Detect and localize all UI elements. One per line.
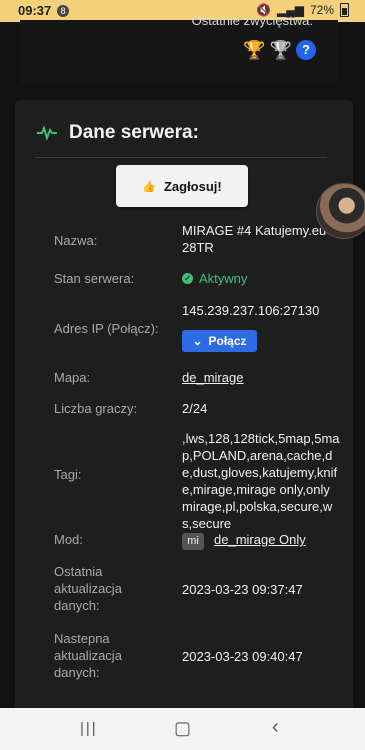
status-text: Aktywny <box>199 271 248 286</box>
players-value: 2/24 <box>182 401 208 416</box>
android-nav-bar: ||| ▢ ‹ <box>0 708 365 750</box>
ip-value: 145.239.237.106:27130 <box>182 303 320 318</box>
recent-apps-icon[interactable]: ||| <box>80 720 98 737</box>
check-circle-icon: ✓ <box>182 273 193 284</box>
connect-button-label: Połącz <box>208 334 247 348</box>
status-time: 09:37 <box>18 3 52 18</box>
next-update-label: Nastepna aktualizacja danych: <box>54 631 122 680</box>
status-value: ✓ Aktywny <box>182 270 340 287</box>
chevron-icon: ⌄ <box>192 334 203 348</box>
last-wins-label: Ostatnie zwycięstwa: <box>191 13 313 28</box>
card-header: Dane serwera: <box>37 122 199 144</box>
divider <box>35 157 327 158</box>
thumbs-up-icon: 👍 <box>142 180 156 193</box>
chat-head-avatar[interactable] <box>316 183 365 239</box>
top-panel: Ostatnie zwycięstwa: 🏆 🏆 ? <box>0 13 365 98</box>
home-icon[interactable]: ▢ <box>174 718 191 739</box>
recent-wins-card: Ostatnie zwycięstwa: 🏆 🏆 ? <box>20 13 338 84</box>
last-update-value: 2023-03-23 09:37:47 <box>182 582 303 597</box>
map-link[interactable]: de_mirage <box>182 369 340 386</box>
name-value: MIRAGE #4 Katujemy.eu 128TR <box>182 223 338 255</box>
mod-value: mi de_mirage Only <box>182 531 340 550</box>
silver-trophy-icon: 🏆 <box>269 40 292 60</box>
server-data-card: Dane serwera: 👍 Zagłosuj! Nazwa: MIRAGE … <box>15 100 353 720</box>
tags-value: ,lws,128,128tick,5map,5map,POLAND,arena,… <box>182 431 340 531</box>
tags-label: Tagi: <box>54 467 82 482</box>
battery-icon <box>340 3 349 17</box>
gold-trophy-icon: 🏆 <box>243 40 266 60</box>
last-update-label: Ostatnia aktualizacja danych: <box>54 564 122 613</box>
mod-link[interactable]: de_mirage Only <box>214 532 306 547</box>
trophy-row: 🏆 🏆 ? <box>243 40 316 60</box>
ip-label: Adres IP (Połącz): <box>54 321 159 336</box>
pulse-icon <box>37 126 57 140</box>
vote-button-label: Zagłosuj! <box>163 178 222 194</box>
name-label: Nazwa: <box>54 233 98 248</box>
players-label: Liczba graczy: <box>54 401 138 416</box>
connect-button[interactable]: ⌄ Połącz <box>182 330 257 352</box>
notification-count-badge: 8 <box>57 5 69 17</box>
next-update-value: 2023-03-23 09:40:47 <box>182 649 303 664</box>
mod-badge: mi <box>182 533 204 550</box>
vote-button[interactable]: 👍 Zagłosuj! <box>116 165 248 207</box>
back-icon[interactable]: ‹ <box>272 716 279 739</box>
mod-label: Mod: <box>54 532 83 547</box>
help-icon[interactable]: ? <box>296 40 316 60</box>
card-title: Dane serwera: <box>69 122 199 143</box>
map-label: Mapa: <box>54 370 91 385</box>
battery-percent: 72% <box>309 3 334 17</box>
status-label: Stan serwera: <box>54 271 135 286</box>
